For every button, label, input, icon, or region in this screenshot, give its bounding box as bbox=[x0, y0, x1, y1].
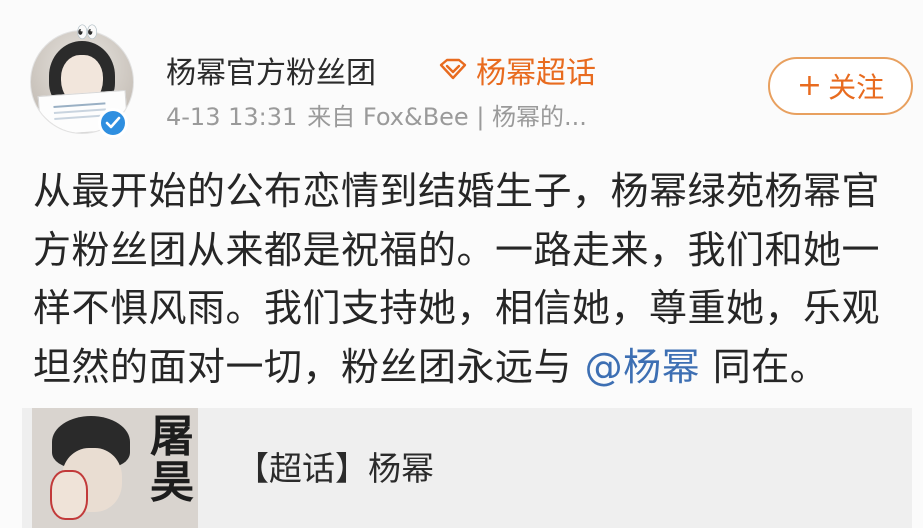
verified-check-icon bbox=[98, 108, 128, 138]
super-topic-link[interactable]: 杨幂超话 bbox=[476, 48, 596, 92]
post-meta: 4-13 13:31 来自 Fox&Bee | 杨幂的... bbox=[166, 97, 597, 132]
follow-button[interactable]: + 关注 bbox=[768, 57, 913, 115]
weibo-post: 👀 杨幂官方粉丝团 杨幂超话 4-13 13:31 来自 Fox&Bee | 杨幂… bbox=[0, 0, 923, 528]
super-topic-card[interactable]: 屠昊 【超话】杨幂 bbox=[22, 408, 912, 528]
username-link[interactable]: 杨幂官方粉丝团 bbox=[166, 48, 376, 92]
avatar-eyes-sticker: 👀 bbox=[76, 22, 101, 43]
post-text-tail: 同在。 bbox=[700, 344, 829, 389]
follow-button-label: 关注 bbox=[828, 71, 885, 104]
post-source[interactable]: 来自 Fox&Bee | 杨幂的... bbox=[307, 103, 587, 131]
diamond-icon bbox=[439, 58, 467, 80]
avatar-book-lines bbox=[53, 102, 106, 109]
thumb-calligraphy: 屠昊 bbox=[150, 411, 194, 508]
topic-card-title: 【超话】杨幂 bbox=[236, 449, 434, 488]
post-content: 从最开始的公布恋情到结婚生子，杨幂绿苑杨幂官方粉丝团从来都是祝福的。一路走来，我… bbox=[33, 162, 903, 396]
mention-link[interactable]: @杨幂 bbox=[585, 345, 701, 389]
post-timestamp: 4-13 13:31 bbox=[166, 103, 298, 131]
thumb-hand bbox=[50, 470, 88, 520]
topic-card-thumbnail: 屠昊 bbox=[32, 408, 198, 528]
plus-icon: + bbox=[796, 68, 823, 103]
